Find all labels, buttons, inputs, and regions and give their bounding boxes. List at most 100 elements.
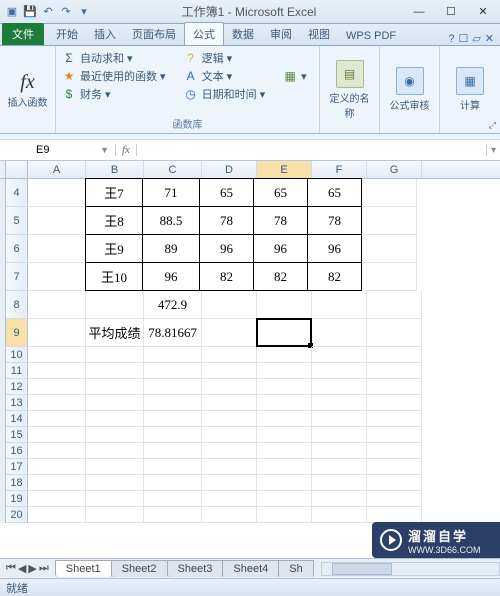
fx-icon[interactable]: fx — [20, 71, 34, 94]
cell-G9[interactable] — [367, 319, 422, 347]
cell-F19[interactable] — [312, 491, 367, 507]
cell-A20[interactable] — [28, 507, 86, 523]
cell-G19[interactable] — [367, 491, 422, 507]
insert-function-label[interactable]: 插入函数 — [8, 94, 48, 109]
cell-B9[interactable]: 平均成绩 — [86, 319, 144, 347]
cell-G5[interactable] — [362, 207, 417, 235]
cell-E15[interactable] — [257, 427, 312, 443]
cell-F18[interactable] — [312, 475, 367, 491]
cell-E5[interactable]: 78 — [253, 206, 308, 235]
cell-E4[interactable]: 65 — [253, 178, 308, 207]
cell-E19[interactable] — [257, 491, 312, 507]
cell-E6[interactable]: 96 — [253, 234, 308, 263]
cell-F4[interactable]: 65 — [307, 178, 362, 207]
row-12[interactable]: 12 — [6, 379, 28, 395]
col-D[interactable]: D — [202, 161, 257, 178]
tab-wpspdf[interactable]: WPS PDF — [338, 27, 404, 45]
col-E[interactable]: E — [257, 161, 312, 178]
cell-A9[interactable] — [28, 319, 86, 347]
maximize-button[interactable]: ☐ — [438, 3, 464, 21]
cell-C6[interactable]: 89 — [142, 234, 200, 263]
row-9[interactable]: 9 — [6, 319, 28, 347]
cell-G8[interactable] — [367, 291, 422, 319]
row-6[interactable]: 6 — [6, 235, 28, 263]
cell-C10[interactable] — [144, 347, 202, 363]
cell-F20[interactable] — [312, 507, 367, 523]
cell-C20[interactable] — [144, 507, 202, 523]
cell-G4[interactable] — [362, 179, 417, 207]
cell-G12[interactable] — [367, 379, 422, 395]
tab-view[interactable]: 视图 — [300, 23, 338, 45]
cell-D18[interactable] — [202, 475, 257, 491]
cell-A18[interactable] — [28, 475, 86, 491]
name-box[interactable]: E9 ▼ — [30, 144, 116, 156]
row-18[interactable]: 18 — [6, 475, 28, 491]
row-7[interactable]: 7 — [6, 263, 28, 291]
minimize-ribbon-icon[interactable]: ☐ — [458, 32, 468, 45]
cell-D14[interactable] — [202, 411, 257, 427]
cell-F11[interactable] — [312, 363, 367, 379]
cell-F13[interactable] — [312, 395, 367, 411]
cell-B19[interactable] — [86, 491, 144, 507]
cell-D20[interactable] — [202, 507, 257, 523]
cell-G14[interactable] — [367, 411, 422, 427]
cell-D19[interactable] — [202, 491, 257, 507]
cell-G6[interactable] — [362, 235, 417, 263]
sheet-tab-5[interactable]: Sh — [278, 560, 313, 577]
col-A[interactable]: A — [28, 161, 86, 178]
cell-F7[interactable]: 82 — [307, 262, 362, 291]
redo-icon[interactable]: ↷ — [58, 4, 74, 20]
cell-A15[interactable] — [28, 427, 86, 443]
sheet-tab-4[interactable]: Sheet4 — [222, 560, 279, 577]
col-C[interactable]: C — [144, 161, 202, 178]
cell-C14[interactable] — [144, 411, 202, 427]
sheet-next-icon[interactable]: ▶ — [28, 562, 36, 575]
ribbon-expand-icon[interactable]: ⤢ — [489, 120, 496, 131]
cell-C18[interactable] — [144, 475, 202, 491]
cell-A7[interactable] — [28, 263, 86, 291]
cell-D5[interactable]: 78 — [199, 206, 254, 235]
cell-D17[interactable] — [202, 459, 257, 475]
select-all-corner[interactable] — [6, 161, 28, 178]
tab-formulas[interactable]: 公式 — [184, 22, 224, 45]
undo-icon[interactable]: ↶ — [40, 4, 56, 20]
cell-E18[interactable] — [257, 475, 312, 491]
cell-A5[interactable] — [28, 207, 86, 235]
save-icon[interactable]: 💾 — [22, 4, 38, 20]
sheet-tab-1[interactable]: Sheet1 — [55, 560, 112, 577]
cell-A13[interactable] — [28, 395, 86, 411]
cell-B7[interactable]: 王10 — [85, 262, 143, 291]
cell-G17[interactable] — [367, 459, 422, 475]
cell-F8[interactable] — [312, 291, 367, 319]
cell-E12[interactable] — [257, 379, 312, 395]
cell-A16[interactable] — [28, 443, 86, 459]
cell-B17[interactable] — [86, 459, 144, 475]
cell-A19[interactable] — [28, 491, 86, 507]
qat-dropdown-icon[interactable]: ▾ — [76, 4, 92, 20]
cell-B13[interactable] — [86, 395, 144, 411]
cell-F15[interactable] — [312, 427, 367, 443]
col-F[interactable]: F — [312, 161, 367, 178]
cell-B20[interactable] — [86, 507, 144, 523]
row-5[interactable]: 5 — [6, 207, 28, 235]
cell-F6[interactable]: 96 — [307, 234, 362, 263]
cell-F17[interactable] — [312, 459, 367, 475]
sheet-first-icon[interactable]: ⏮ — [6, 562, 16, 575]
cell-D13[interactable] — [202, 395, 257, 411]
sheet-prev-icon[interactable]: ◀ — [18, 562, 26, 575]
cell-F12[interactable] — [312, 379, 367, 395]
cell-G7[interactable] — [362, 263, 417, 291]
more-functions-button[interactable]: ▦▾ — [283, 50, 307, 102]
cell-D8[interactable] — [202, 291, 257, 319]
cell-B8[interactable] — [86, 291, 144, 319]
cell-C17[interactable] — [144, 459, 202, 475]
fx-button[interactable]: fx — [116, 144, 137, 156]
cell-C4[interactable]: 71 — [142, 178, 200, 207]
autosum-button[interactable]: Σ自动求和 ▾ — [62, 50, 166, 66]
sheet-tab-3[interactable]: Sheet3 — [167, 560, 224, 577]
cell-D7[interactable]: 82 — [199, 262, 254, 291]
row-17[interactable]: 17 — [6, 459, 28, 475]
cell-G13[interactable] — [367, 395, 422, 411]
row-16[interactable]: 16 — [6, 443, 28, 459]
cell-E14[interactable] — [257, 411, 312, 427]
